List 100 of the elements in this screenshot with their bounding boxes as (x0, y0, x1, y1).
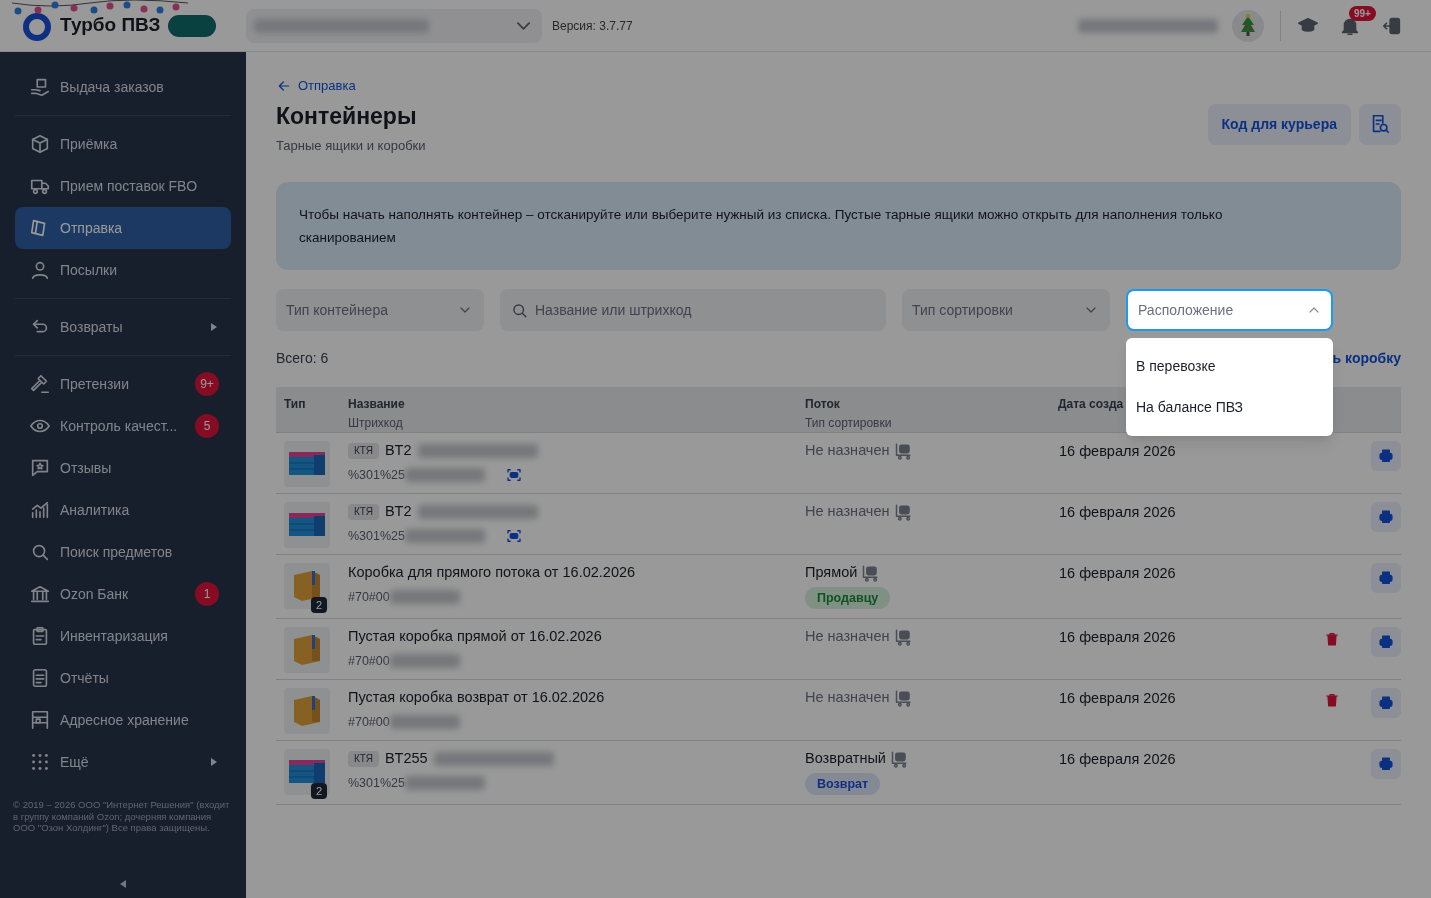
status-pill (168, 14, 217, 37)
filter-select[interactable]: Тип контейнера (276, 289, 484, 331)
cardboard-box-thumbnail (284, 627, 330, 673)
dropdown-option[interactable]: На балансе ПВЗ (1126, 387, 1333, 428)
search-document-button[interactable] (1359, 103, 1401, 145)
sidebar-item[interactable]: Прием поставок FBO (15, 165, 231, 207)
chevron-down-icon (517, 21, 530, 30)
column-subheader: Тип сортировки (805, 415, 892, 432)
create-box-link[interactable]: ь коробку (1332, 348, 1401, 369)
container-name: Коробка для прямого потока от 16.02.2026 (348, 563, 636, 583)
print-button[interactable] (1371, 441, 1401, 471)
sidebar-item[interactable]: Ещё (15, 741, 231, 783)
count-badge: 1 (195, 582, 219, 606)
blurred-text (389, 590, 460, 605)
courier-code-button[interactable]: Код для курьера (1207, 103, 1351, 145)
sort-type-tag: Продавцу (805, 587, 891, 609)
total-count: Всего: 6 (276, 349, 329, 368)
tag-label: КТЯ (348, 443, 379, 459)
blurred-text (389, 654, 460, 669)
printer-icon (1378, 695, 1394, 711)
flow-text: Не назначен (805, 627, 890, 647)
printer-icon (1378, 634, 1394, 650)
barcode-text: #70#00 (348, 589, 390, 606)
search-icon (510, 301, 529, 320)
chat-star-icon (29, 457, 51, 479)
column-header: Название (348, 396, 405, 413)
sidebar-item[interactable]: Посылки (15, 249, 231, 291)
creation-date: 16 февраля 2026 (1058, 689, 1177, 708)
creation-date: 16 февраля 2026 (1058, 442, 1177, 461)
app-title: Турбо ПВЗ (60, 13, 161, 38)
sidebar-item[interactable]: Отправка (15, 207, 231, 249)
barcode-text: %301%25 (348, 528, 405, 545)
tag-label: КТЯ (348, 504, 379, 520)
flow-text: Не назначен (805, 688, 890, 708)
creation-date: 16 февраля 2026 (1058, 564, 1177, 583)
column-subheader: Штрихкод (348, 415, 403, 432)
print-button[interactable] (1371, 627, 1401, 657)
sidebar-item[interactable]: Отзывы (15, 447, 231, 489)
count-badge: 5 (195, 414, 219, 438)
cube-icon (29, 133, 51, 155)
filter-select[interactable]: Расположение (1126, 289, 1333, 331)
print-button[interactable] (1371, 502, 1401, 532)
sidebar-item[interactable]: Отчёты (15, 657, 231, 699)
creation-date: 16 февраля 2026 (1058, 750, 1177, 769)
print-button[interactable] (1371, 563, 1401, 593)
back-link[interactable]: Отправка (276, 76, 356, 96)
filter-select[interactable]: Тип сортировки (902, 289, 1110, 331)
printer-icon (1378, 570, 1394, 586)
print-button[interactable] (1371, 749, 1401, 779)
page-subtitle: Тарные ящики и коробки (276, 136, 426, 155)
crate-thumbnail (284, 502, 330, 548)
flow-text: Возвратный (805, 749, 886, 769)
shelf-icon (29, 709, 51, 731)
sidebar-item[interactable]: Аналитика (15, 489, 231, 531)
printer-icon (1378, 756, 1394, 772)
flow-text: Не назначен (805, 441, 890, 461)
bank-icon (29, 583, 51, 605)
cardboard-box-thumbnail (284, 688, 330, 734)
sidebar-item[interactable]: Адресное хранение (15, 699, 231, 741)
trash-icon[interactable] (1324, 692, 1340, 708)
sidebar-item[interactable]: Возвраты (15, 306, 231, 348)
barcode-text: #70#00 (348, 714, 390, 731)
sidebar-item[interactable]: Контроль качест... 5 (15, 405, 231, 447)
tag-label: КТЯ (348, 751, 379, 767)
count-badge: 9+ (195, 372, 219, 396)
sidebar-item[interactable]: Выдача заказов (15, 66, 231, 108)
barcode-text: %301%25 (348, 467, 405, 484)
christmas-tree-avatar-icon[interactable] (1232, 9, 1264, 42)
page-title: Контейнеры (276, 101, 418, 130)
dots-grid-icon (29, 751, 51, 773)
trash-icon[interactable] (1324, 631, 1340, 647)
container-name: BT2 (384, 502, 412, 522)
print-button[interactable] (1371, 688, 1401, 718)
sidebar-item[interactable]: Претензии 9+ (15, 363, 231, 405)
container-name: Пустая коробка возврат от 16.02.2026 (348, 688, 605, 708)
sidebar-item[interactable]: Приёмка (15, 123, 231, 165)
flow-text: Не назначен (805, 502, 890, 522)
creation-date: 16 февраля 2026 (1058, 503, 1177, 522)
dropdown-option[interactable]: В перевозке (1126, 346, 1333, 387)
column-header: Поток (805, 396, 840, 413)
sidebar-item[interactable]: Поиск предметов (15, 531, 231, 573)
crate-thumbnail (284, 749, 330, 795)
printer-icon (1378, 448, 1394, 464)
column-header: Дата созда (1058, 396, 1124, 413)
notification-badge: 99+ (1349, 5, 1376, 21)
sort-type-tag: Возврат (805, 773, 881, 795)
creation-date: 16 февраля 2026 (1058, 628, 1177, 647)
copyright-text: © 2019 – 2026 ООО "Интернет Решения" (входит в группу компаний Ozon; дочерняя компания ООО "Озон Холдинг") Все права защищены. (13, 799, 231, 834)
collapse-arrow-icon[interactable] (120, 880, 126, 888)
container-name: BT255 (384, 749, 428, 769)
bar-chart-icon (29, 499, 51, 521)
ring-logo-icon (22, 11, 52, 42)
info-banner: Чтобы начать наполнять контейнер – отсканируйте или выберите нужный из списка. Пустые тарные ящики можно открыть для наполнения только сканированием (276, 182, 1401, 270)
sidebar-item[interactable]: Ozon Банк 1 (15, 573, 231, 615)
gavel-icon (29, 373, 51, 395)
sidebar-item[interactable]: Инвентаризация (15, 615, 231, 657)
search-field[interactable]: Название или штрихкод (500, 289, 886, 331)
container-name: BT2 (384, 441, 412, 461)
box-on-hand-icon (29, 76, 51, 98)
flow-text: Прямой (805, 563, 858, 583)
